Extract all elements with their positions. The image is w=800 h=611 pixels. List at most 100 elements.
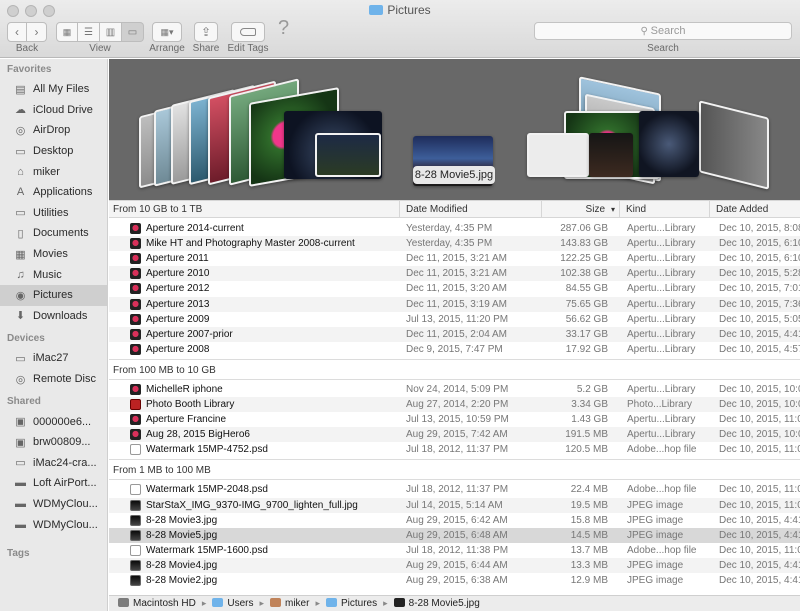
sidebar-item-downloads[interactable]: ⬇ Downloads	[0, 306, 107, 327]
sidebar-item-all-my-files[interactable]: ▤ All My Files	[0, 79, 107, 100]
aperture-library-icon	[130, 283, 141, 295]
table-row[interactable]: Watermark 15MP-4752.psd Jul 18, 2012, 11:…	[109, 442, 800, 457]
table-row[interactable]: 8-28 Movie3.jpg Aug 29, 2015, 6:42 AM 15.8…	[109, 513, 800, 528]
table-row[interactable]: Aperture 2007-prior Dec 11, 2015, 2:04 AM…	[109, 326, 800, 342]
file-name-cell: Aperture Francine	[146, 414, 227, 426]
kind-cell: Apertu...Library	[627, 383, 696, 395]
table-row[interactable]: 8-28 Movie2.jpg Aug 29, 2015, 6:38 AM 12.9…	[109, 573, 800, 588]
sidebar-item-label: Pictures	[33, 289, 73, 302]
movies-icon: ▦	[15, 248, 26, 261]
kind-column-header[interactable]: Kind	[619, 201, 709, 218]
file-name-cell: Aperture 2014-current	[146, 223, 244, 234]
arrange-button[interactable]: ▦▾	[152, 22, 182, 42]
table-row[interactable]: Aperture Francine Jul 13, 2015, 10:59 PM 1…	[109, 412, 800, 427]
network-device-icon: ▬	[15, 497, 26, 510]
date-added-cell: Dec 10, 2015, 4:41	[719, 529, 800, 541]
sidebar-item-documents[interactable]: ▯ Documents	[0, 223, 107, 244]
sidebar-item-loft-airport[interactable]: ▬ Loft AirPort...	[0, 473, 107, 494]
sidebar-item-000000e6[interactable]: ▣ 000000e6...	[0, 411, 107, 432]
desktop-icon: ▭	[15, 145, 26, 158]
size-cell: 5.2 GB	[576, 383, 608, 395]
image-file-icon	[393, 598, 405, 607]
sidebar-item-applications[interactable]: A Applications	[0, 182, 107, 203]
table-row[interactable]: Aperture 2009 Jul 13, 2015, 11:20 PM 56.62…	[109, 312, 800, 327]
sidebar-item-wdmyclou[interactable]: ▬ WDMyClou...	[0, 494, 107, 515]
sidebar-item-miker[interactable]: ⌂ miker	[0, 161, 107, 182]
size-cell: 15.8 MB	[570, 514, 608, 526]
camera-icon: ◉	[15, 289, 26, 302]
sidebar-item-desktop[interactable]: ▭ Desktop	[0, 141, 107, 162]
sidebar-item-brw00809[interactable]: ▣ brw00809...	[0, 432, 107, 453]
sidebar-section-tags[interactable]: Tags	[0, 545, 107, 563]
coverflow-item[interactable]	[589, 133, 633, 177]
edit-tags-button[interactable]	[231, 22, 265, 42]
sidebar-item-pictures[interactable]: ◉ Pictures	[0, 284, 107, 306]
path-segment[interactable]: Macintosh HD	[118, 598, 196, 609]
list-view-button[interactable]: ☰	[78, 22, 100, 42]
file-list: From 10 GB to 1 TB Date Modified Size ▾ K…	[109, 200, 800, 595]
help-icon[interactable]: ?	[278, 17, 289, 40]
sidebar-item-imac24-cra[interactable]: ▭ iMac24-cra...	[0, 453, 107, 474]
sidebar-item-utilities[interactable]: ▭ Utilities	[0, 203, 107, 224]
aperture-library-icon	[130, 429, 141, 441]
file-name-cell: Aug 28, 2015 BigHero6	[146, 429, 250, 441]
arrange-label: Arrange	[149, 43, 185, 54]
search-input[interactable]: ⚲ Search	[534, 22, 792, 40]
date-added-cell: Dec 10, 2015, 6:10	[719, 238, 800, 250]
sidebar-item-label: Documents	[33, 227, 89, 240]
path-segment[interactable]: miker	[270, 598, 309, 609]
share-button[interactable]: ⇪	[194, 22, 218, 42]
date-added-column-header[interactable]: Date Added	[709, 201, 800, 218]
table-row[interactable]: Aug 28, 2015 BigHero6 Aug 29, 2015, 7:42 …	[109, 427, 800, 443]
path-segment[interactable]: Users	[212, 598, 253, 609]
date-modified-cell: Dec 9, 2015, 7:47 PM	[406, 343, 503, 355]
size-cell: 12.9 MB	[570, 575, 608, 586]
coverflow-item[interactable]	[699, 100, 769, 190]
back-button[interactable]: ‹	[7, 22, 27, 42]
size-cell: 84.55 GB	[565, 283, 608, 295]
table-row[interactable]: Aperture 2008 Dec 9, 2015, 7:47 PM 17.92 G…	[109, 342, 800, 357]
coverflow-item[interactable]	[315, 133, 381, 177]
path-segment[interactable]: 8-28 Movie5.jpg	[393, 598, 480, 609]
path-segment-label: Users	[227, 598, 254, 609]
table-row[interactable]: Photo Booth Library Aug 27, 2014, 2:20 PM…	[109, 397, 800, 412]
date-added-cell: Dec 10, 2015, 11:0	[719, 444, 800, 456]
table-row[interactable]: Watermark 15MP-2048.psd Jul 18, 2012, 11:…	[109, 482, 800, 497]
size-cell: 56.62 GB	[565, 313, 608, 325]
sidebar-item-music[interactable]: ♫ Music	[0, 264, 107, 285]
coverflow-item[interactable]	[639, 111, 699, 177]
date-modified-column-header[interactable]: Date Modified	[399, 201, 541, 218]
forward-button[interactable]: ›	[27, 22, 47, 42]
coverflow-view[interactable]: 8-28 Movie5.jpg	[109, 59, 800, 200]
path-segment[interactable]: Pictures	[325, 598, 377, 609]
kind-cell: Apertu...Library	[627, 313, 696, 325]
kind-cell: Apertu...Library	[627, 223, 696, 234]
sidebar-item-movies[interactable]: ▦ Movies	[0, 244, 107, 265]
sidebar-item-remote-disc[interactable]: ◎ Remote Disc	[0, 369, 107, 390]
table-row[interactable]: Watermark 15MP-1600.psd Jul 18, 2012, 11:…	[109, 543, 800, 558]
sidebar: Favorites ▤ All My Files ☁ iCloud Drive ◎ Air…	[0, 59, 108, 611]
table-row[interactable]: Aperture 2013 Dec 11, 2015, 3:19 AM 75.65 …	[109, 296, 800, 312]
coverflow-item[interactable]	[527, 133, 589, 177]
table-row[interactable]: Aperture 2010 Dec 11, 2015, 3:21 AM 102.38…	[109, 266, 800, 282]
sidebar-item-label: iMac24-cra...	[33, 456, 97, 469]
kind-cell: Adobe...hop file	[627, 544, 697, 556]
share-icon: ⇪	[200, 25, 212, 39]
table-row[interactable]: Aperture 2012 Dec 11, 2015, 3:20 AM 84.55 …	[109, 281, 800, 296]
name-column-header[interactable]: From 10 GB to 1 TB	[109, 201, 399, 218]
icon-view-button[interactable]: ▦	[56, 22, 78, 42]
table-row[interactable]: 8-28 Movie5.jpg Aug 29, 2015, 6:48 AM 14.5…	[109, 527, 800, 543]
coverflow-view-button[interactable]: ▭	[122, 22, 144, 42]
sidebar-item-wdmyclou[interactable]: ▬ WDMyClou...	[0, 514, 107, 535]
sidebar-item-imac27[interactable]: ▭ iMac27	[0, 348, 107, 369]
table-row[interactable]: 8-28 Movie4.jpg Aug 29, 2015, 6:44 AM 13.3…	[109, 557, 800, 573]
table-row[interactable]: MichelleR iphone Nov 24, 2014, 5:09 PM 5.2…	[109, 382, 800, 397]
table-row[interactable]: Aperture 2014-current Yesterday, 4:35 PM 2…	[109, 221, 800, 236]
sidebar-item-airdrop[interactable]: ◎ AirDrop	[0, 120, 107, 141]
table-row[interactable]: Mike HT and Photography Master 2008-curr…	[109, 236, 800, 252]
sidebar-item-icloud-drive[interactable]: ☁ iCloud Drive	[0, 100, 107, 121]
table-row[interactable]: StarStaX_IMG_9370-IMG_9700_lighten_full.…	[109, 497, 800, 513]
table-row[interactable]: Aperture 2011 Dec 11, 2015, 3:21 AM 122.25…	[109, 251, 800, 266]
size-column-header[interactable]: Size ▾	[541, 201, 619, 218]
column-view-button[interactable]: ▥	[100, 22, 122, 42]
